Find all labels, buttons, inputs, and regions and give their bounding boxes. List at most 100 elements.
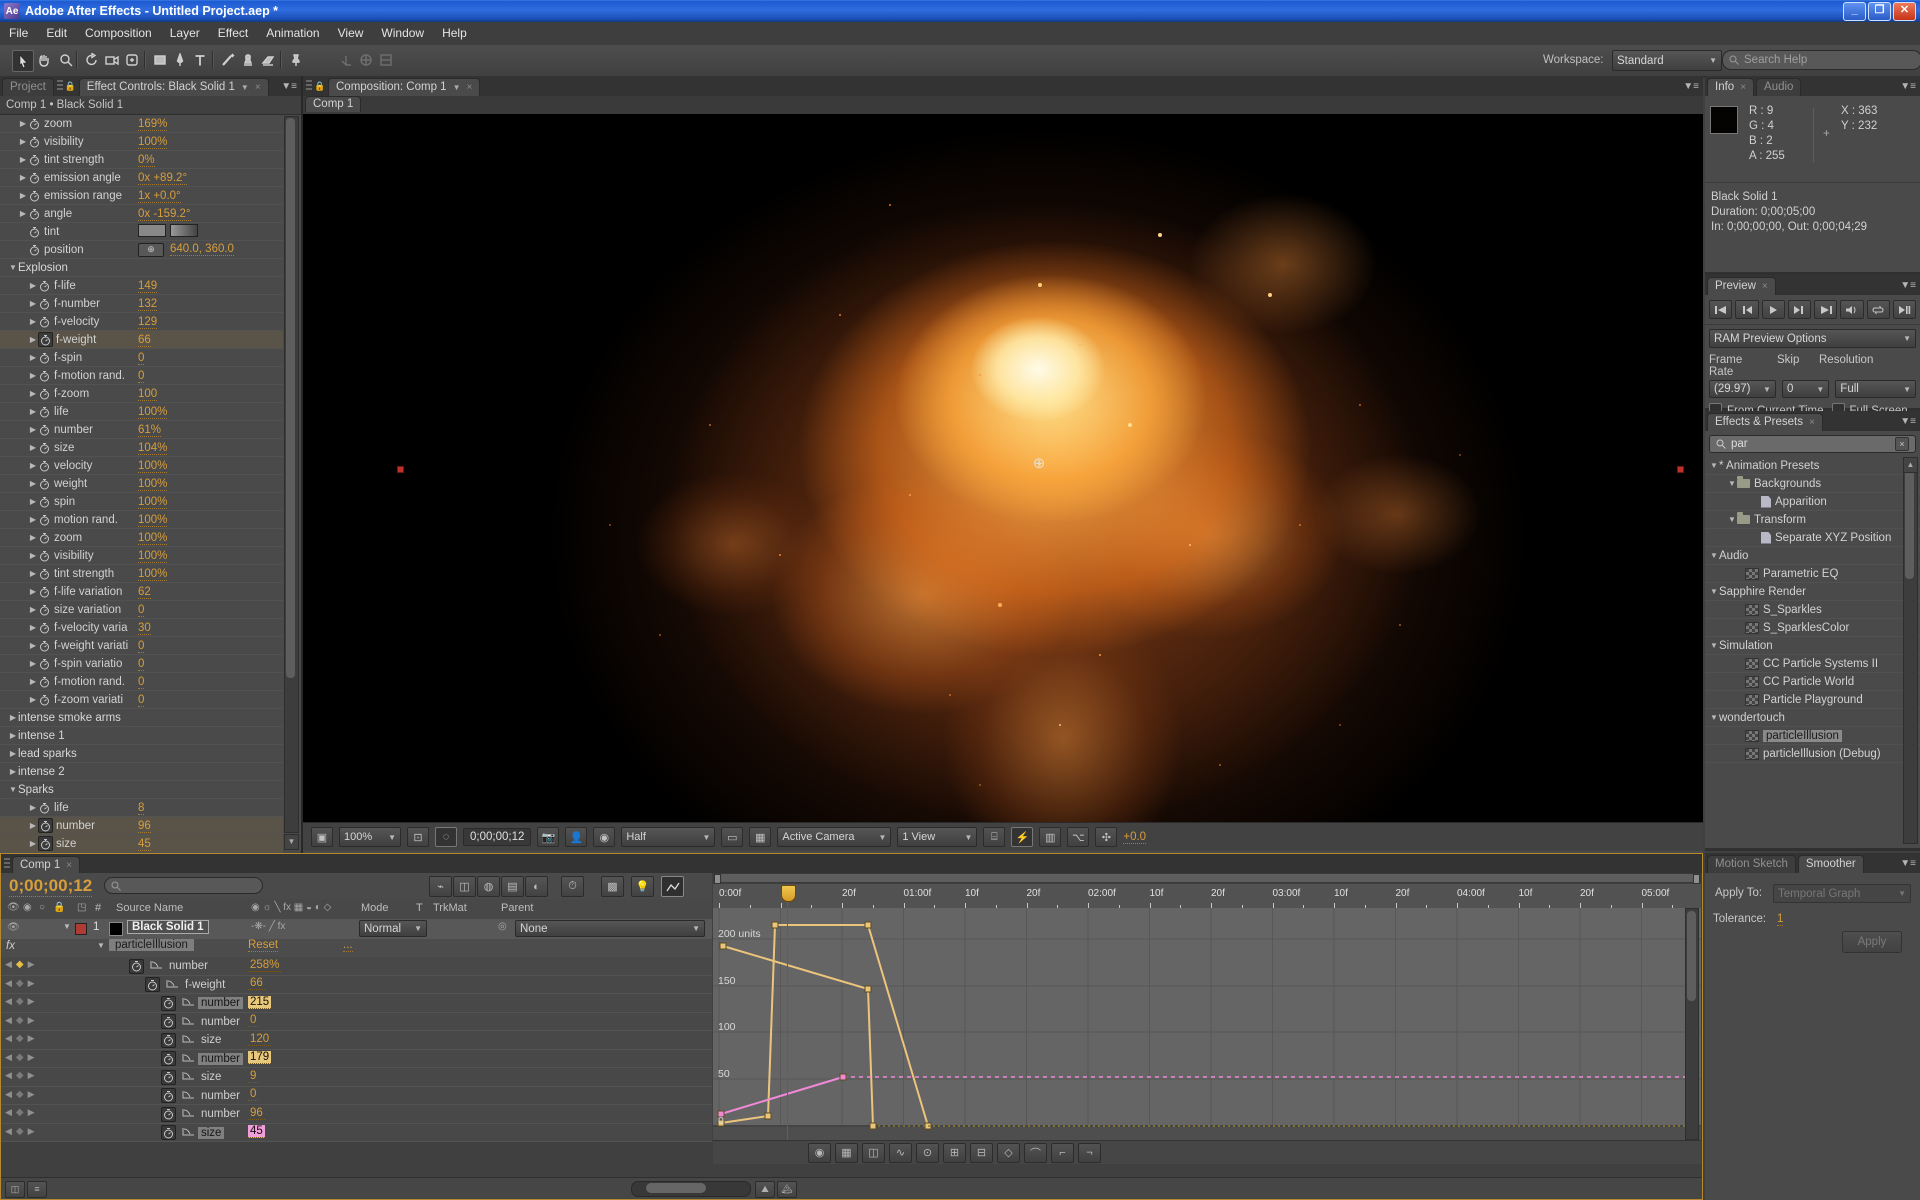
transport-button[interactable] [1893, 300, 1916, 319]
effect-expander-icon[interactable]: ▼ [97, 941, 105, 950]
layer-label-color[interactable] [75, 923, 87, 935]
next-keyframe-icon[interactable]: ▶ [28, 1126, 35, 1137]
transport-button[interactable] [1735, 300, 1758, 319]
panel-gripper[interactable] [306, 80, 312, 92]
keyframe-diamond-icon[interactable]: ◆ [16, 1089, 24, 1100]
stopwatch-icon[interactable] [38, 836, 53, 851]
time-ruler[interactable]: 0:00f10f20f01:00f10f20f02:00f10f20f03:00… [713, 884, 1701, 909]
graph-footer-button[interactable]: ◫ [862, 1143, 885, 1163]
effect-property-row[interactable]: ▶ angle 0x -159.2° [0, 205, 283, 223]
timeline-horizontal-scrollbar[interactable] [631, 1181, 751, 1197]
menu-item[interactable]: Edit [37, 22, 76, 45]
property-value[interactable]: 66 [138, 334, 151, 346]
effects-tree-row[interactable]: ▼ Transform [1705, 511, 1920, 529]
composition-viewer[interactable]: ⊕ [303, 114, 1703, 822]
panel-menu-icon[interactable]: ▼≡ [1900, 858, 1916, 869]
property-keyframe-row[interactable]: ◀ ◆ ▶ number 96 [1, 1105, 712, 1124]
view-axis-mode-icon[interactable] [376, 50, 396, 70]
menu-item[interactable]: Animation [257, 22, 328, 45]
layer-switches[interactable]: -❋- ╱ fx [251, 921, 285, 932]
menu-item[interactable]: Window [372, 22, 433, 45]
expander-icon[interactable]: ▶ [28, 551, 38, 560]
property-value[interactable]: 96 [248, 1107, 265, 1119]
expander-icon[interactable]: ▶ [28, 605, 38, 614]
property-graph-icon[interactable] [182, 1089, 195, 1103]
expander-icon[interactable]: ▼ [1727, 515, 1737, 524]
effect-property-row[interactable]: ▶ f-motion rand. 0 [0, 673, 283, 691]
property-value[interactable]: 62 [138, 586, 151, 598]
menu-item[interactable]: Composition [76, 22, 161, 45]
property-value[interactable]: 100% [138, 550, 167, 562]
stopwatch-icon[interactable] [28, 153, 41, 166]
motion-blur-icon[interactable]: ◐ [525, 876, 548, 897]
property-value[interactable]: 0 [138, 694, 144, 706]
parent-dropdown[interactable]: None▼ [515, 920, 705, 937]
stopwatch-icon[interactable] [28, 225, 41, 238]
stopwatch-icon[interactable] [161, 1070, 176, 1085]
transport-button[interactable] [1867, 300, 1890, 319]
expander-icon[interactable]: ▶ [28, 659, 38, 668]
graph-footer-button[interactable]: ◉ [808, 1143, 831, 1163]
keyframe-navigator[interactable]: ◀ ◆ ▶ [5, 1052, 35, 1063]
property-value[interactable]: 0 [138, 604, 144, 616]
keyframe-navigator[interactable]: ◀ ◆ ▶ [5, 1070, 35, 1081]
effects-tree-row[interactable]: CC Particle World [1705, 673, 1920, 691]
property-keyframe-row[interactable]: ◀ ◆ ▶ number 215 [1, 994, 712, 1013]
local-axis-mode-icon[interactable] [336, 50, 356, 70]
stopwatch-icon[interactable] [28, 207, 41, 220]
property-keyframe-row[interactable]: ◀ ◆ ▶ size 9 [1, 1068, 712, 1087]
expander-icon[interactable]: ▼ [1709, 551, 1719, 560]
stopwatch-icon[interactable] [38, 332, 53, 347]
property-keyframe-row[interactable]: ◀ ◆ ▶ f-weight 66 [1, 976, 712, 995]
effect-property-row[interactable]: ▶ f-life variation 62 [0, 583, 283, 601]
property-name[interactable]: size [198, 1127, 224, 1139]
effects-tree-row[interactable]: Particle Playground [1705, 691, 1920, 709]
zoom-in-mountain-icon[interactable]: 🏔 [777, 1181, 797, 1198]
stopwatch-icon[interactable] [38, 585, 51, 598]
clone-stamp-tool-icon[interactable] [238, 50, 258, 70]
apply-button[interactable]: Apply [1842, 931, 1902, 953]
next-keyframe-icon[interactable]: ▶ [28, 1052, 35, 1063]
property-value[interactable]: 100% [138, 496, 167, 508]
draft-3d-icon[interactable]: ◫ [453, 876, 476, 897]
tree-item-label[interactable]: Transform [1754, 514, 1806, 526]
property-value[interactable]: 9 [248, 1070, 258, 1082]
next-keyframe-icon[interactable]: ▶ [28, 1089, 35, 1100]
effect-name[interactable]: particleIllusion [109, 939, 194, 951]
layer-row[interactable]: 👁 ▼ 1 Black Solid 1 -❋- ╱ fx Normal▼ ◎ N… [1, 919, 712, 940]
keyframe-diamond-icon[interactable]: ◆ [16, 978, 24, 989]
effect-property-row[interactable]: ▶ f-velocity 129 [0, 313, 283, 331]
expander-icon[interactable]: ▼ [1709, 713, 1719, 722]
property-value[interactable]: 61% [138, 424, 161, 436]
property-graph-icon[interactable] [182, 1033, 195, 1047]
layer-right-handle[interactable] [1677, 466, 1684, 473]
panel-gripper[interactable] [57, 80, 63, 92]
stopwatch-icon[interactable] [161, 1125, 176, 1140]
parent-pickwhip-icon[interactable]: ◎ [498, 921, 507, 932]
stopwatch-icon[interactable] [38, 531, 51, 544]
tab-smoother[interactable]: Smoother [1798, 855, 1864, 873]
stopwatch-icon[interactable] [38, 657, 51, 670]
property-value[interactable]: 104% [138, 442, 167, 454]
property-value[interactable]: 100% [138, 532, 167, 544]
effect-controls-scrollbar[interactable] [284, 116, 299, 833]
property-value[interactable]: 0x +89.2° [138, 172, 187, 184]
stopwatch-icon[interactable] [161, 1107, 176, 1122]
graph-footer-button[interactable]: ⊟ [970, 1143, 993, 1163]
camera-dropdown[interactable]: Active Camera▼ [777, 827, 891, 847]
expander-icon[interactable]: ▼ [1709, 587, 1719, 596]
effects-tree-row[interactable]: ▼ * Animation Presets [1705, 457, 1920, 475]
effect-property-row[interactable]: ▶ number 61% [0, 421, 283, 439]
expander-icon[interactable]: ▶ [28, 353, 38, 362]
tree-item-label[interactable]: Apparition [1775, 496, 1827, 508]
stopwatch-icon[interactable] [38, 513, 51, 526]
keyframe-diamond-icon[interactable]: ◆ [16, 1070, 24, 1081]
expander-icon[interactable]: ▶ [18, 209, 28, 218]
keyframe-navigator[interactable]: ◀ ◆ ▶ [5, 1015, 35, 1026]
property-graph-icon[interactable] [182, 1052, 195, 1066]
prev-keyframe-icon[interactable]: ◀ [5, 1126, 12, 1137]
property-value[interactable]: 120 [248, 1033, 271, 1045]
stopwatch-icon[interactable] [28, 189, 41, 202]
next-keyframe-icon[interactable]: ▶ [28, 978, 35, 989]
pixel-aspect-icon[interactable]: ⌸ [983, 827, 1005, 847]
